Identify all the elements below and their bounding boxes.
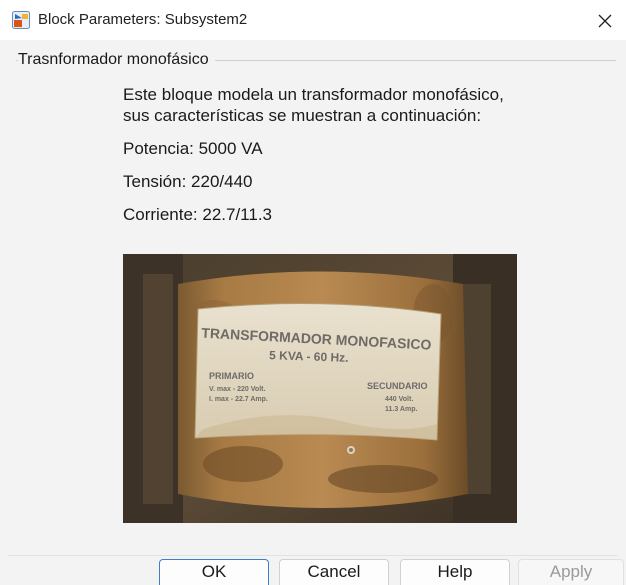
window-title: Block Parameters: Subsystem2: [38, 11, 248, 28]
block-description: Este bloque modela un transformador mono…: [123, 85, 504, 125]
help-button[interactable]: Help: [400, 559, 510, 585]
spec-voltage: Tensión: 220/440: [123, 172, 253, 191]
label-primary-v: V. max - 220 Volt.: [209, 386, 265, 393]
cancel-button[interactable]: Cancel: [279, 559, 389, 585]
ok-button[interactable]: OK: [159, 559, 269, 585]
block-description-area: Este bloque modela un transformador mono…: [123, 84, 523, 237]
title-bar: Block Parameters: Subsystem2: [0, 0, 626, 40]
spec-power: Potencia: 5000 VA: [123, 139, 263, 158]
label-primary-title: PRIMARIO: [209, 371, 254, 381]
transformer-photo-image: TRANSFORMADOR MONOFASICO 5 KVA - 60 Hz. …: [123, 254, 517, 523]
transformer-photo: TRANSFORMADOR MONOFASICO 5 KVA - 60 Hz. …: [123, 254, 517, 523]
button-separator: [8, 555, 618, 556]
close-button[interactable]: [592, 8, 618, 34]
label-rating: 5 KVA - 60 Hz.: [269, 348, 349, 365]
label-secondary-i: 11.3 Amp.: [385, 406, 417, 413]
label-secondary-v: 440 Volt.: [385, 396, 413, 403]
apply-button[interactable]: Apply: [518, 559, 624, 585]
block-parameters-dialog: Block Parameters: Subsystem2 Trasnformad…: [0, 0, 626, 585]
label-secondary-title: SECUNDARIO: [367, 381, 428, 391]
simulink-block-icon: [12, 11, 30, 29]
group-title: Trasnformador monofásico: [18, 51, 215, 69]
label-primary-i: I. max - 22.7 Amp.: [209, 396, 268, 403]
close-icon: [598, 14, 612, 28]
spec-current: Corriente: 22.7/11.3: [123, 205, 272, 224]
